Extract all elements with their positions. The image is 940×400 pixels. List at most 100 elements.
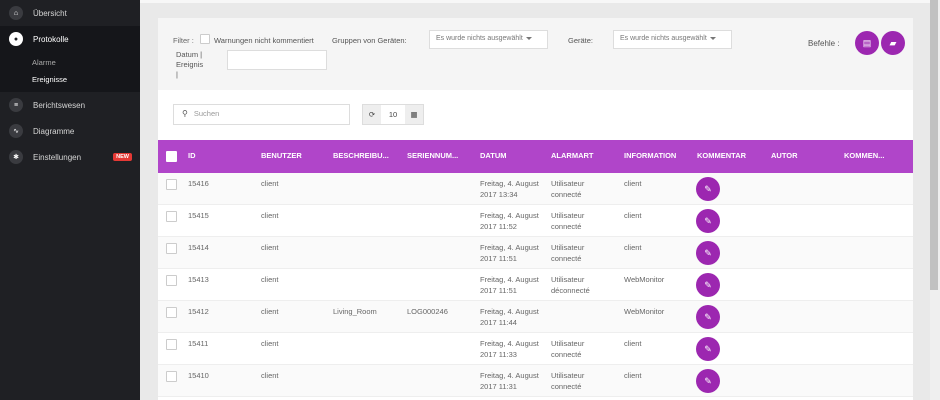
edit-comment-button[interactable]: ✎ xyxy=(696,305,720,329)
sidebar-item-label: Einstellungen xyxy=(33,152,82,162)
chat-icon: ▰ xyxy=(889,37,897,48)
sidebar-item-label: Übersicht xyxy=(33,8,67,18)
row-checkbox[interactable] xyxy=(166,371,177,382)
warnings-checkbox[interactable] xyxy=(200,34,210,44)
cell-user: client xyxy=(261,339,279,348)
col-date[interactable]: DATUM xyxy=(480,151,507,160)
sidebar-item-4[interactable]: ✱ Einstellungen NEW xyxy=(0,144,140,170)
col-comment-2[interactable]: KOMMEN... xyxy=(844,151,884,160)
col-information[interactable]: INFORMATION xyxy=(624,151,676,160)
cell-id: 15413 xyxy=(188,275,209,284)
cell-alarm-type: Utilisateur déconnecté xyxy=(551,274,590,296)
cell-date-line-2: 2017 11:44 xyxy=(480,318,517,327)
sidebar-item-3[interactable]: ∿ Diagramme xyxy=(0,118,140,144)
sidebar-subitem-0[interactable]: Alarme xyxy=(0,54,140,71)
report-icon: ≡ xyxy=(9,98,23,112)
cell-alarm-type-line-1: Utilisateur xyxy=(551,179,585,188)
chat-command-button[interactable]: ▰ xyxy=(881,31,905,55)
cell-alarm-type: Utilisateur connecté xyxy=(551,338,584,360)
pencil-icon: ✎ xyxy=(704,247,712,258)
search-placeholder: Suchen xyxy=(193,109,220,118)
col-alarm-type[interactable]: ALARMART xyxy=(551,151,594,160)
sidebar-item-label: Berichtswesen xyxy=(33,100,86,110)
refresh-icon: ⟳ xyxy=(368,110,376,119)
edit-comment-button[interactable]: ✎ xyxy=(696,177,720,201)
table-row[interactable]: 15415 client Freitag, 4. August 2017 11:52 U… xyxy=(158,205,913,237)
warnings-label: Warnungen nicht kommentiert xyxy=(214,36,314,45)
cell-alarm-type-line-1: Utilisateur xyxy=(551,211,585,220)
row-checkbox[interactable] xyxy=(166,275,177,286)
row-checkbox[interactable] xyxy=(166,179,177,190)
edit-comment-button[interactable]: ✎ xyxy=(696,273,720,297)
col-serial[interactable]: SERIENNUM... xyxy=(407,151,458,160)
row-checkbox[interactable] xyxy=(166,307,177,318)
cell-user: client xyxy=(261,275,279,284)
devices-select-value: Es wurde nichts ausgewählt xyxy=(620,35,707,42)
refresh-button[interactable]: ⟳ xyxy=(363,105,381,124)
edit-comment-button[interactable]: ✎ xyxy=(696,241,720,265)
cell-description: Living_Room xyxy=(333,307,377,316)
cell-user: client xyxy=(261,371,279,380)
search-icon: ⚲ xyxy=(182,109,188,118)
comment-command-button[interactable]: ▤ xyxy=(855,31,879,55)
date-input[interactable] xyxy=(227,50,327,70)
cell-information: client xyxy=(624,371,642,380)
edit-comment-button[interactable]: ✎ xyxy=(696,369,720,393)
edit-comment-button[interactable]: ✎ xyxy=(696,209,720,233)
cell-alarm-type-line-1: Utilisateur xyxy=(551,371,585,380)
cell-information: WebMonitor xyxy=(624,275,665,284)
cell-id: 15416 xyxy=(188,179,209,188)
page-size-select[interactable]: 10 xyxy=(381,105,405,124)
cell-information: client xyxy=(624,243,642,252)
table-row[interactable]: 15410 client Freitag, 4. August 2017 11:31 U… xyxy=(158,365,913,397)
col-author[interactable]: AUTOR xyxy=(771,151,798,160)
pencil-icon: ✎ xyxy=(704,343,712,354)
table-row[interactable]: 15413 client Freitag, 4. August 2017 11:51 U… xyxy=(158,269,913,301)
table-row[interactable]: 15411 client Freitag, 4. August 2017 11:33 U… xyxy=(158,333,913,365)
search-input[interactable]: ⚲ Suchen xyxy=(173,104,350,125)
table-header: ID BENUTZER BESCHREIBU... SERIENNUM... D… xyxy=(158,140,913,173)
table-row[interactable]: 15416 client Freitag, 4. August 2017 13:34 U… xyxy=(158,173,913,205)
cell-alarm-type-line-2: connecté xyxy=(551,190,582,199)
message-icon: ▤ xyxy=(862,37,872,48)
row-checkbox[interactable] xyxy=(166,211,177,222)
sidebar-item-1[interactable]: ● Protokolle xyxy=(0,26,140,52)
table-row[interactable]: 15414 client Freitag, 4. August 2017 11:51 U… xyxy=(158,237,913,269)
cell-user: client xyxy=(261,307,279,316)
cell-date-line-2: 2017 11:51 xyxy=(480,286,517,295)
top-band xyxy=(140,0,930,3)
cell-alarm-type: Utilisateur connecté xyxy=(551,242,584,264)
devices-select[interactable]: Es wurde nichts ausgewählt xyxy=(613,30,732,49)
new-badge: NEW xyxy=(113,153,132,161)
date-label-3: | xyxy=(176,70,178,79)
col-description[interactable]: BESCHREIBU... xyxy=(333,151,389,160)
pencil-icon: ✎ xyxy=(704,215,712,226)
chevron-down-icon xyxy=(709,36,716,40)
cell-date-line-1: Freitag, 4. August xyxy=(480,339,539,348)
cell-date-line-2: 2017 11:31 xyxy=(480,382,517,391)
col-user[interactable]: BENUTZER xyxy=(261,151,302,160)
sidebar-item-0[interactable]: ⌂ Übersicht xyxy=(0,0,140,26)
sidebar-subitem-1[interactable]: Ereignisse xyxy=(0,71,140,88)
cell-date-line-2: 2017 13:34 xyxy=(480,190,518,199)
cell-date: Freitag, 4. August 2017 11:52 xyxy=(480,210,539,232)
edit-comment-button[interactable]: ✎ xyxy=(696,337,720,361)
row-checkbox[interactable] xyxy=(166,243,177,254)
row-checkbox[interactable] xyxy=(166,339,177,350)
home-icon: ⌂ xyxy=(9,6,23,20)
table-row[interactable]: 15412 client Living_Room LOG000246 Freitag, … xyxy=(158,301,913,333)
cell-information: WebMonitor xyxy=(624,307,665,316)
groups-select[interactable]: Es wurde nichts ausgewählt xyxy=(429,30,548,49)
chart-icon: ∿ xyxy=(9,124,23,138)
sidebar-item-2[interactable]: ≡ Berichtswesen xyxy=(0,92,140,118)
col-comment[interactable]: KOMMENTAR xyxy=(697,151,746,160)
col-id[interactable]: ID xyxy=(188,151,196,160)
sidebar-item-label: Protokolle xyxy=(33,34,69,44)
cell-alarm-type-line-2: déconnecté xyxy=(551,286,590,295)
scrollbar[interactable] xyxy=(930,0,938,290)
columns-button[interactable]: ▦ xyxy=(405,105,423,124)
cell-serial: LOG000246 xyxy=(407,307,448,316)
cell-alarm-type-line-1: Utilisateur xyxy=(551,243,585,252)
select-all-checkbox[interactable] xyxy=(166,151,177,162)
table-controls: ⟳ 10 ▦ xyxy=(362,104,424,125)
